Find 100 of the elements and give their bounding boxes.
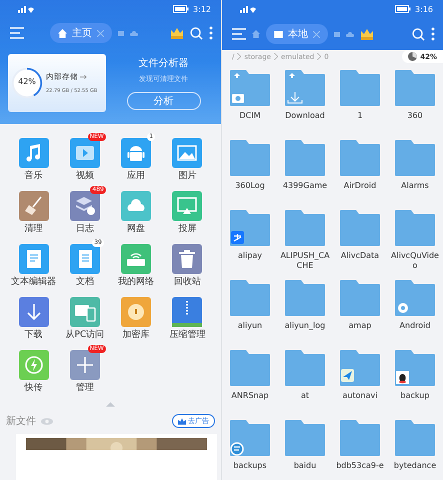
transfer-icon[interactable] <box>18 350 49 380</box>
folder-icon[interactable] <box>285 210 325 246</box>
battery-icon <box>173 5 190 13</box>
chevron-icon <box>274 53 278 60</box>
tool-label: 视频 <box>76 171 94 182</box>
cast-icon[interactable] <box>172 191 202 221</box>
home-tab[interactable]: 主页 <box>50 23 112 43</box>
folder-name: at <box>300 391 310 401</box>
cloud-icon[interactable] <box>121 191 152 221</box>
folder-name: backups <box>232 461 268 471</box>
plus-icon[interactable] <box>70 350 100 380</box>
folder-disc-app-icon[interactable] <box>230 420 270 456</box>
folder-icon[interactable] <box>395 70 435 106</box>
folder-icon[interactable] <box>340 280 380 316</box>
lock-icon[interactable] <box>121 297 152 327</box>
music-icon[interactable] <box>18 138 49 168</box>
folder-icon[interactable] <box>340 140 380 176</box>
signal-icon <box>18 5 34 13</box>
tool-label: 应用 <box>127 171 146 182</box>
eye-icon[interactable] <box>41 418 53 424</box>
search-icon[interactable] <box>190 26 203 40</box>
folder-icon[interactable] <box>395 140 435 176</box>
menu-icon[interactable] <box>232 28 246 40</box>
folder-name: bytedance <box>392 461 438 471</box>
folder-icon[interactable] <box>285 280 325 316</box>
close-icon[interactable] <box>97 30 104 36</box>
tool-label: 音乐 <box>24 171 43 182</box>
folder-name: alipay <box>236 251 264 261</box>
folder-download-icon[interactable] <box>285 70 325 106</box>
more-icon[interactable] <box>431 27 435 41</box>
folder-icon[interactable] <box>395 420 435 456</box>
folder-icon[interactable] <box>230 140 270 176</box>
crown-icon[interactable] <box>170 27 184 39</box>
folder-name: backup <box>400 391 430 401</box>
folder-icon[interactable] <box>230 350 270 386</box>
local-tab[interactable]: 本地 <box>266 24 328 44</box>
crown-icon[interactable] <box>360 28 374 40</box>
folder-name: bdb53ca9-e <box>335 461 385 471</box>
storage-ring <box>11 67 43 99</box>
home-icon <box>58 28 67 38</box>
folder-icon[interactable] <box>395 210 435 246</box>
android-icon[interactable] <box>121 138 152 168</box>
battery-icon <box>395 5 412 13</box>
folder-bird-app-icon[interactable] <box>395 350 435 386</box>
video-icon[interactable] <box>70 138 100 168</box>
search-icon[interactable] <box>412 28 425 40</box>
zip-icon[interactable] <box>172 297 202 327</box>
image-icon[interactable] <box>172 138 202 168</box>
tool-label: 我的网络 <box>118 277 154 288</box>
crown-icon <box>178 418 186 424</box>
analyzer-title: 文件分析器 <box>138 56 188 70</box>
folder-name: 360Log <box>234 181 266 191</box>
trash-icon[interactable] <box>172 244 202 274</box>
folder-name: autonavi <box>342 391 378 401</box>
folder-icon[interactable] <box>285 140 325 176</box>
menu-icon[interactable] <box>10 27 24 39</box>
download-icon[interactable] <box>18 297 49 327</box>
status-time: 3:12 <box>193 4 211 14</box>
folder-map-app-icon[interactable] <box>340 350 380 386</box>
folder-icon[interactable] <box>340 70 380 106</box>
folder-name: baidu <box>292 461 318 471</box>
log-icon[interactable] <box>70 191 100 221</box>
folder-name: ANRSnap <box>230 391 270 401</box>
folder-icon[interactable] <box>285 350 325 386</box>
edit-icon[interactable] <box>18 244 49 274</box>
doc-icon[interactable] <box>70 244 100 274</box>
status-time: 3:16 <box>415 4 433 14</box>
folder-icon <box>274 30 283 38</box>
tool-label: 文本编辑器 <box>11 277 56 288</box>
arrow-icon <box>80 74 87 80</box>
tool-label: 压缩管理 <box>169 330 206 341</box>
router-icon[interactable] <box>121 244 152 274</box>
folder-icon[interactable] <box>340 420 380 456</box>
close-icon[interactable] <box>313 30 320 38</box>
folder-pay-app-icon[interactable] <box>230 210 270 246</box>
tool-label: 网盘 <box>127 224 146 235</box>
signal-icon <box>240 5 256 13</box>
cloud-icon[interactable] <box>346 32 354 36</box>
folder-name: aliyun_log <box>284 321 326 331</box>
collapse-icon[interactable] <box>106 402 115 407</box>
analyze-button[interactable]: 分析 <box>126 92 200 110</box>
folder-camera-icon[interactable] <box>230 70 270 106</box>
home-icon[interactable] <box>252 30 260 38</box>
storage-percent: 42% <box>17 77 37 86</box>
folder-name: Alarms <box>400 181 430 191</box>
broom-icon[interactable] <box>18 191 49 221</box>
cloud-icon[interactable] <box>130 30 138 36</box>
tab-square-icon[interactable] <box>118 30 124 36</box>
tab-square-icon[interactable] <box>334 32 340 36</box>
tool-label: 管理 <box>76 383 94 394</box>
tool-label: 快传 <box>24 383 43 394</box>
more-icon[interactable] <box>209 26 213 40</box>
folder-name: amap <box>348 321 372 331</box>
folder-icon[interactable] <box>285 420 325 456</box>
pc-icon[interactable] <box>70 297 100 327</box>
folder-gear-icon[interactable] <box>395 280 435 316</box>
folder-name: 360 <box>406 111 424 121</box>
folder-icon[interactable] <box>340 210 380 246</box>
folder-name: aliyun <box>236 321 264 331</box>
folder-icon[interactable] <box>230 280 270 316</box>
